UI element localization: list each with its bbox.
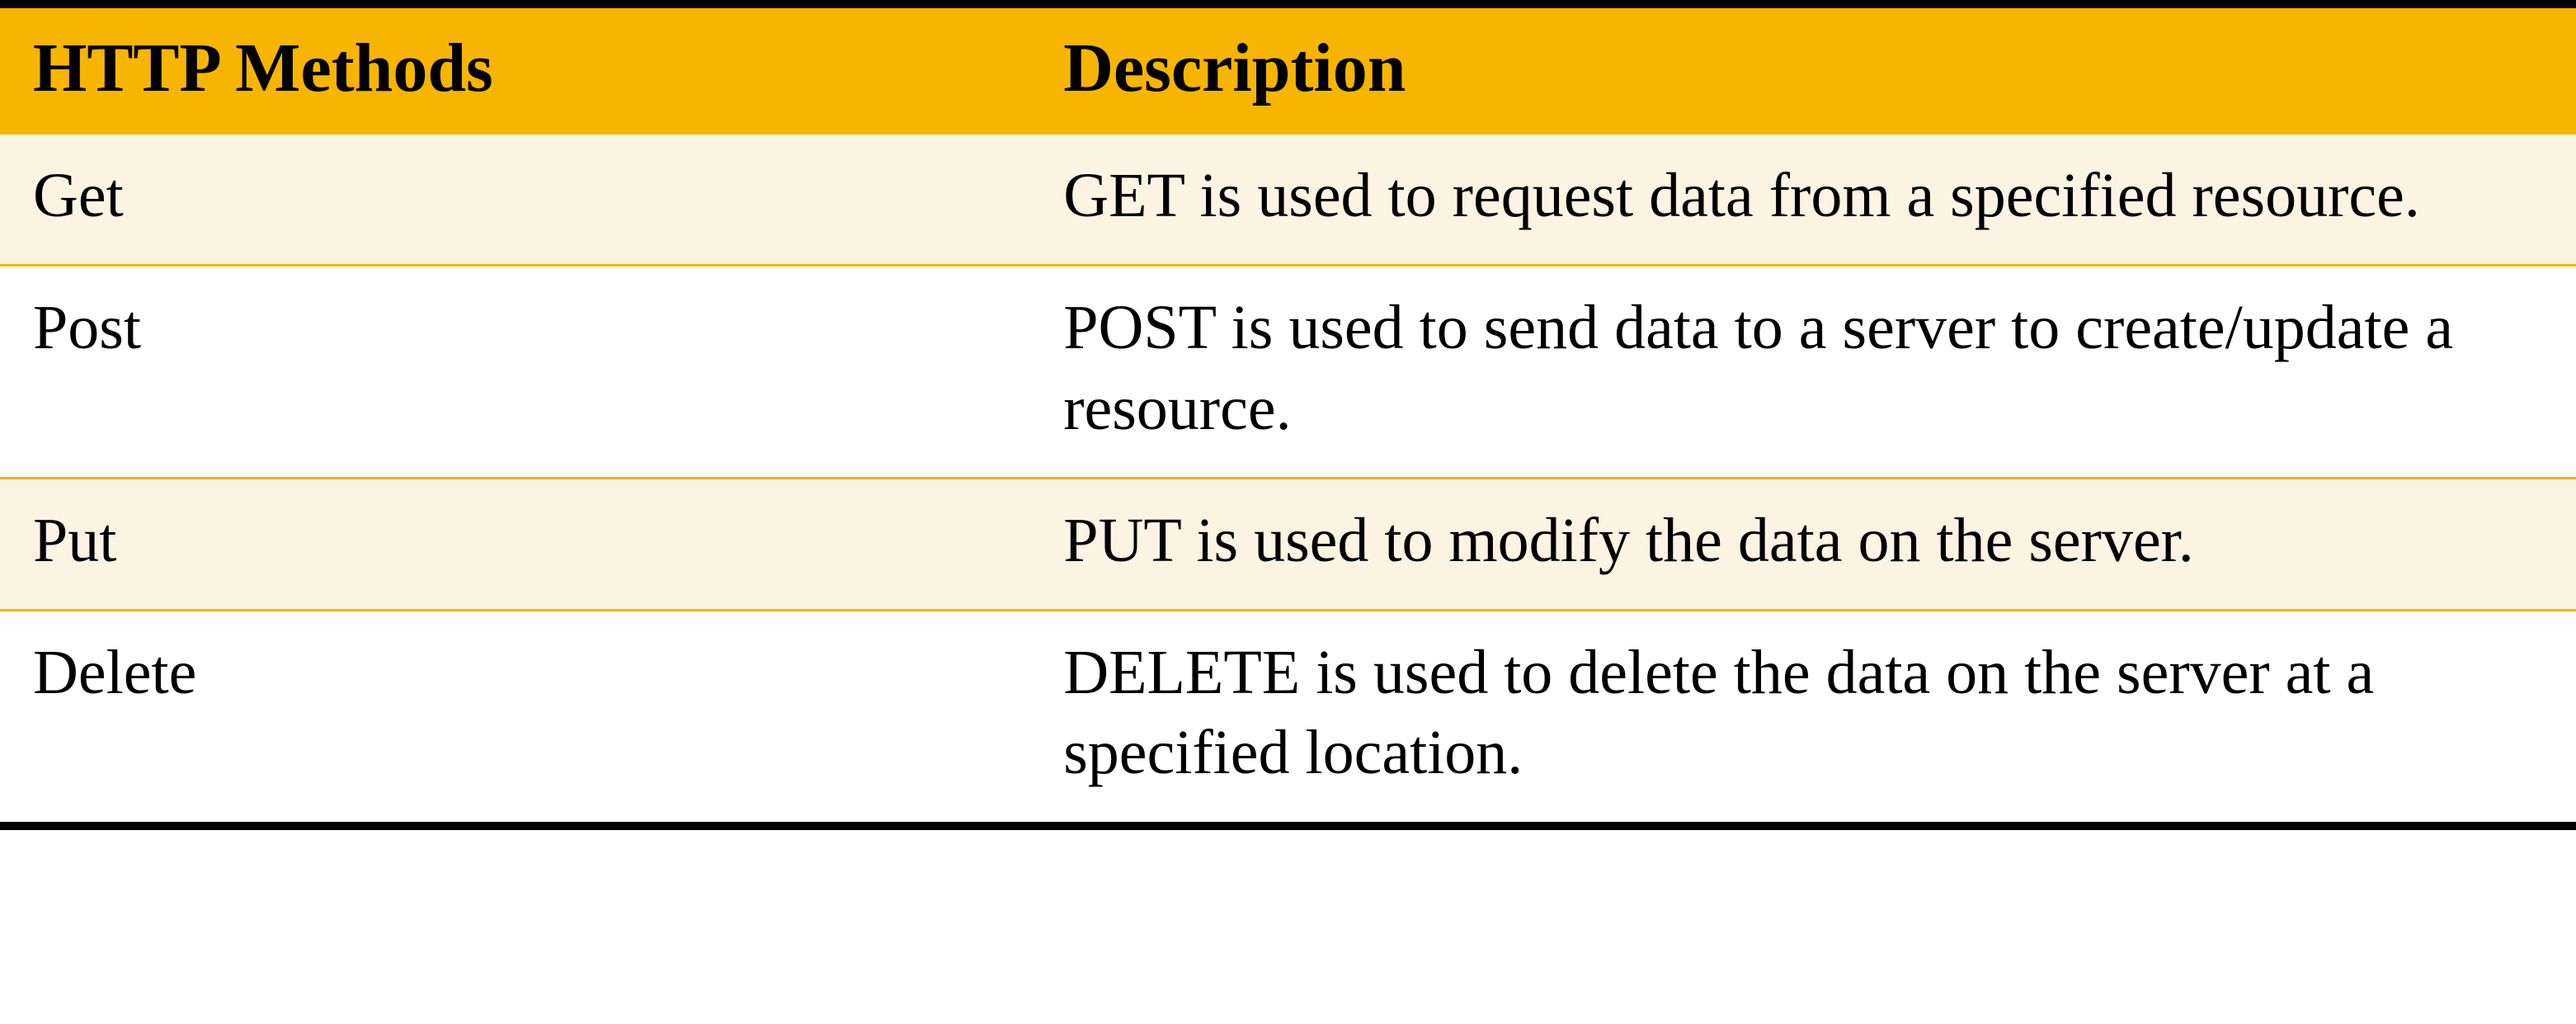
table-row: Delete DELETE is used to delete the data…	[0, 611, 2576, 822]
http-methods-table-wrap: HTTP Methods Description Get GET is used…	[0, 0, 2576, 830]
table-row: Get GET is used to request data from a s…	[0, 134, 2576, 266]
table-header: HTTP Methods Description	[0, 8, 2576, 134]
table-body: Get GET is used to request data from a s…	[0, 134, 2576, 822]
cell-description: POST is used to send data to a server to…	[1030, 266, 2576, 479]
cell-method: Delete	[0, 611, 1030, 822]
table-header-row: HTTP Methods Description	[0, 8, 2576, 134]
cell-method: Put	[0, 478, 1030, 610]
table-row: Post POST is used to send data to a serv…	[0, 266, 2576, 479]
cell-method: Get	[0, 134, 1030, 266]
table-row: Put PUT is used to modify the data on th…	[0, 478, 2576, 610]
header-methods: HTTP Methods	[0, 8, 1030, 134]
cell-description: DELETE is used to delete the data on the…	[1030, 611, 2576, 822]
cell-description: GET is used to request data from a speci…	[1030, 134, 2576, 266]
header-description: Description	[1030, 8, 2576, 134]
cell-description: PUT is used to modify the data on the se…	[1030, 478, 2576, 610]
http-methods-table: HTTP Methods Description Get GET is used…	[0, 8, 2576, 822]
cell-method: Post	[0, 266, 1030, 479]
